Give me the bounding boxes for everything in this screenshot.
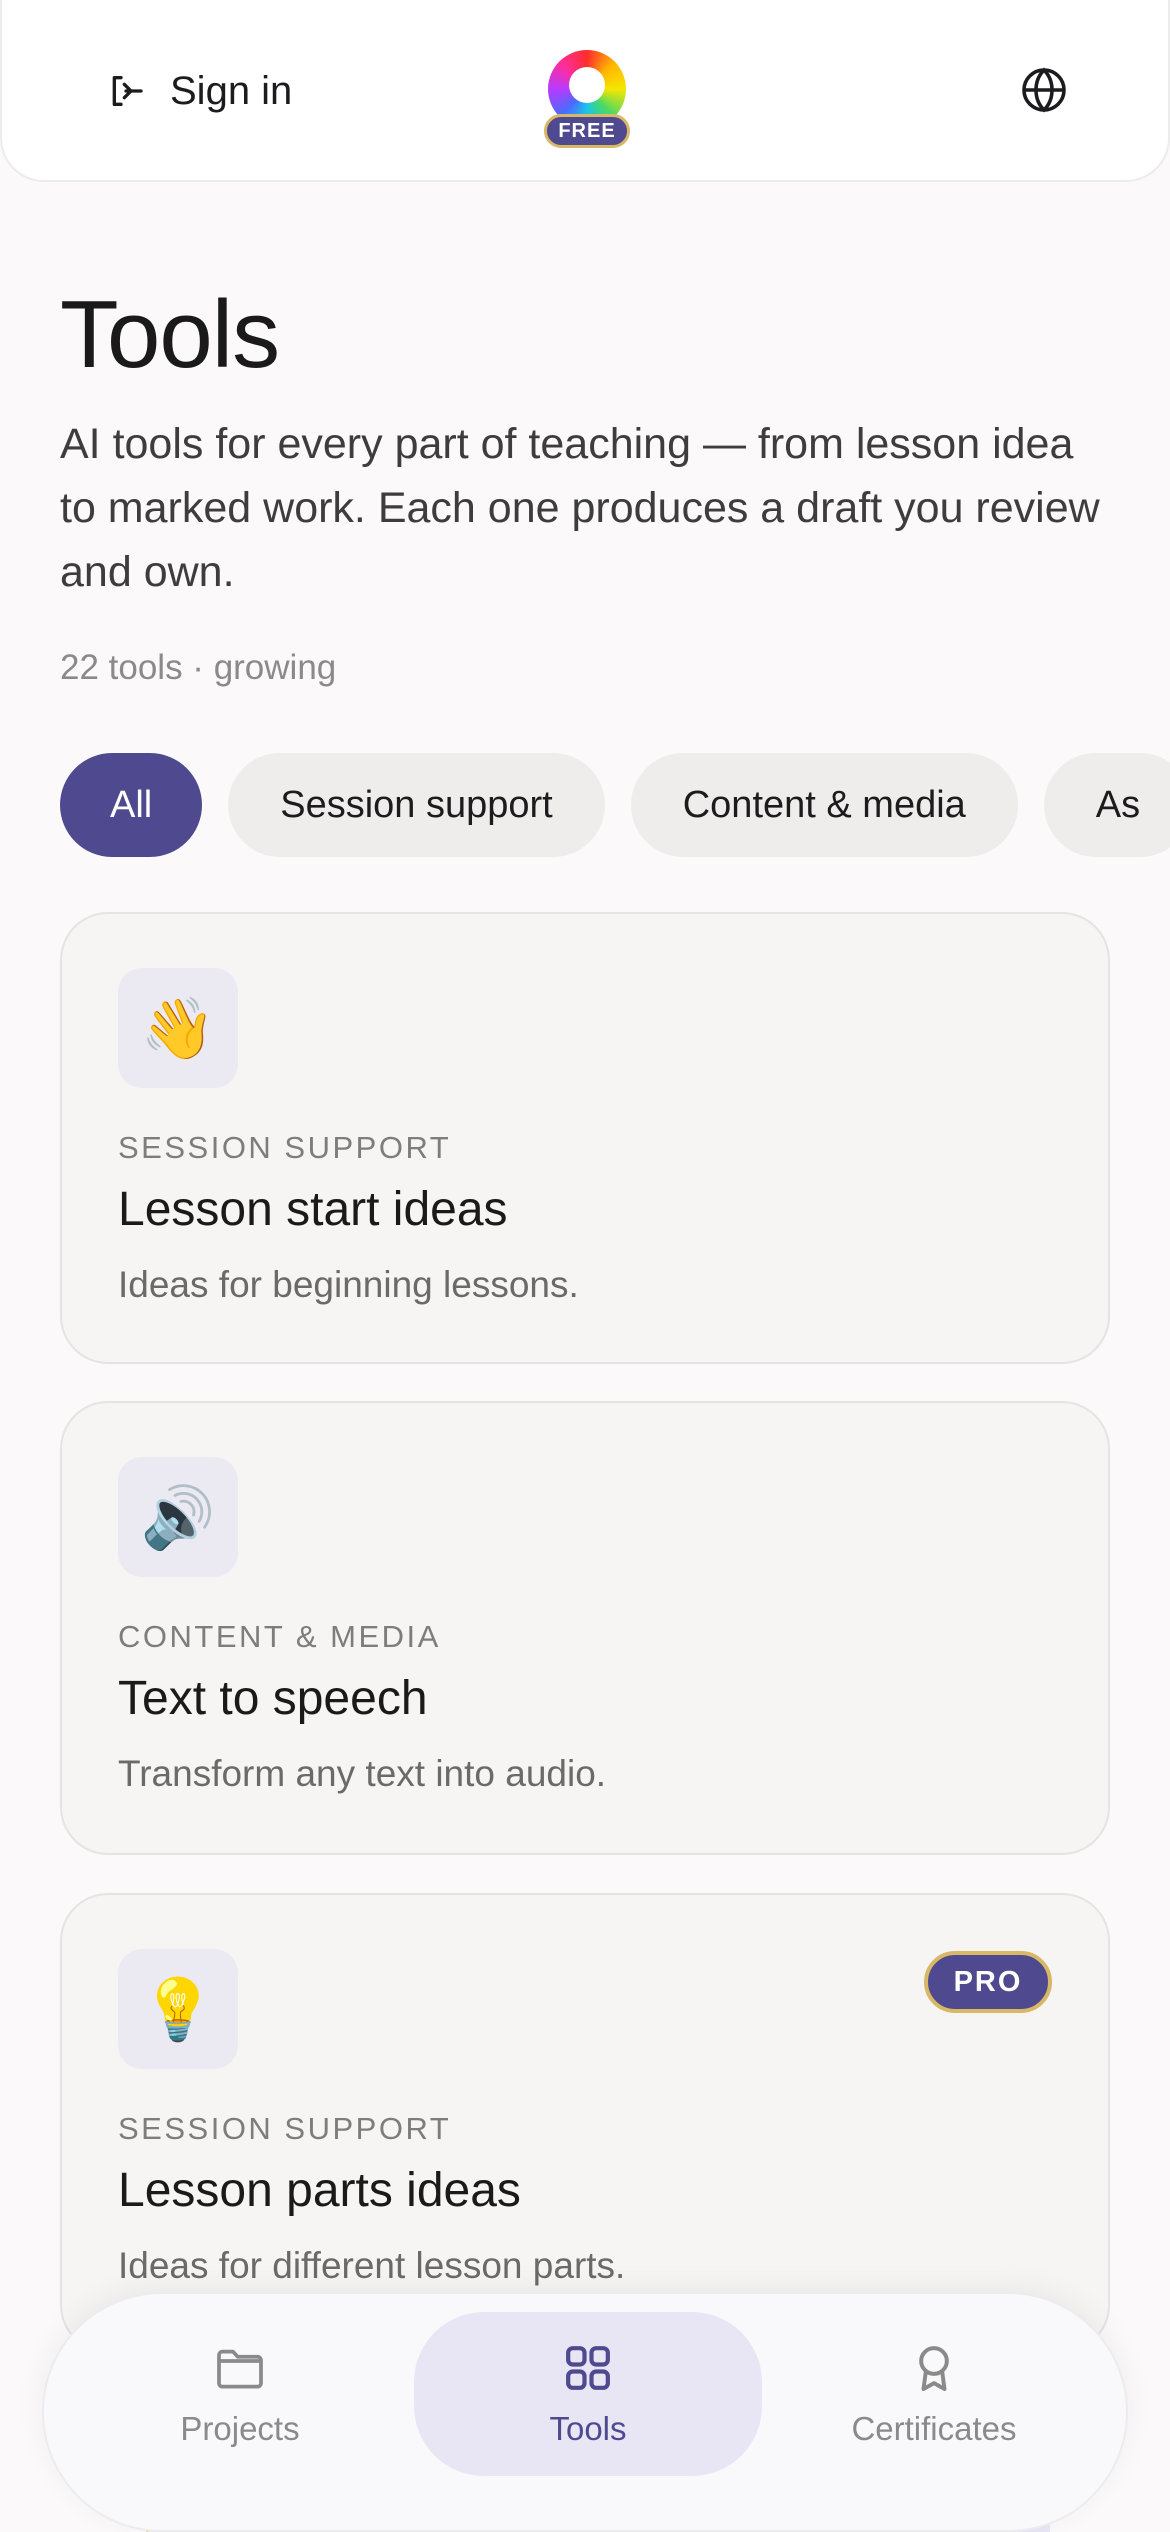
tool-card-lesson-start-ideas[interactable]: 👋 SESSION SUPPORT Lesson start ideas Ide… (60, 912, 1110, 1364)
nav-label: Tools (549, 2410, 627, 2447)
nav-label: Certificates (851, 2410, 1017, 2447)
filter-chip-content-media[interactable]: Content & media (630, 753, 1018, 857)
globe-icon[interactable] (1020, 66, 1068, 114)
filter-chip-session-support[interactable]: Session support (228, 753, 605, 857)
nav-item-tools[interactable]: Tools (414, 2312, 762, 2476)
plan-badge: FREE (544, 114, 630, 148)
filter-chip-all[interactable]: All (60, 753, 203, 857)
speaker-icon: 🔊 (118, 1457, 238, 1577)
grid-icon (566, 2346, 610, 2390)
tool-name: Lesson start ideas (118, 1183, 508, 1236)
tool-name: Text to speech (118, 1672, 428, 1725)
tool-category: SESSION SUPPORT (118, 2111, 452, 2146)
page-title: Tools (60, 281, 280, 388)
tool-card-lesson-parts-ideas[interactable]: 💡 PRO SESSION SUPPORT Lesson parts ideas… (60, 1893, 1110, 2353)
page-subtitle: AI tools for every part of teaching — fr… (60, 420, 1100, 596)
sign-in-icon (112, 76, 143, 107)
bottom-navigation: Projects Tools Certificates (42, 2292, 1128, 2532)
nav-item-projects[interactable]: Projects (66, 2312, 414, 2476)
tool-description: Ideas for beginning lessons. (118, 1264, 579, 1305)
category-filters: All Session support Content & media As (60, 753, 1170, 857)
sign-in-button[interactable]: Sign in (106, 58, 292, 124)
tool-count: 22 tools · growing (60, 648, 337, 687)
tool-description: Ideas for different lesson parts. (118, 2245, 626, 2286)
nav-item-certificates[interactable]: Certificates (760, 2312, 1108, 2476)
filter-chip-assessment[interactable]: As (1043, 753, 1170, 857)
award-icon (919, 2346, 949, 2391)
tool-description: Transform any text into audio. (118, 1753, 607, 1794)
app-logo[interactable]: FREE (542, 50, 632, 150)
lightbulb-icon: 💡 (118, 1949, 238, 2069)
tool-card-text-to-speech[interactable]: 🔊 CONTENT & MEDIA Text to speech Transfo… (60, 1401, 1110, 1855)
sign-in-label: Sign in (170, 68, 293, 113)
tool-name: Lesson parts ideas (118, 2164, 521, 2217)
pro-badge: PRO (924, 1951, 1052, 2013)
folder-icon (217, 2349, 263, 2389)
nav-label: Projects (180, 2410, 300, 2447)
tool-category: CONTENT & MEDIA (118, 1619, 441, 1654)
app-header: Sign in FREE (0, 0, 1170, 182)
waving-hand-icon: 👋 (118, 968, 238, 1088)
tool-category: SESSION SUPPORT (118, 1130, 452, 1165)
